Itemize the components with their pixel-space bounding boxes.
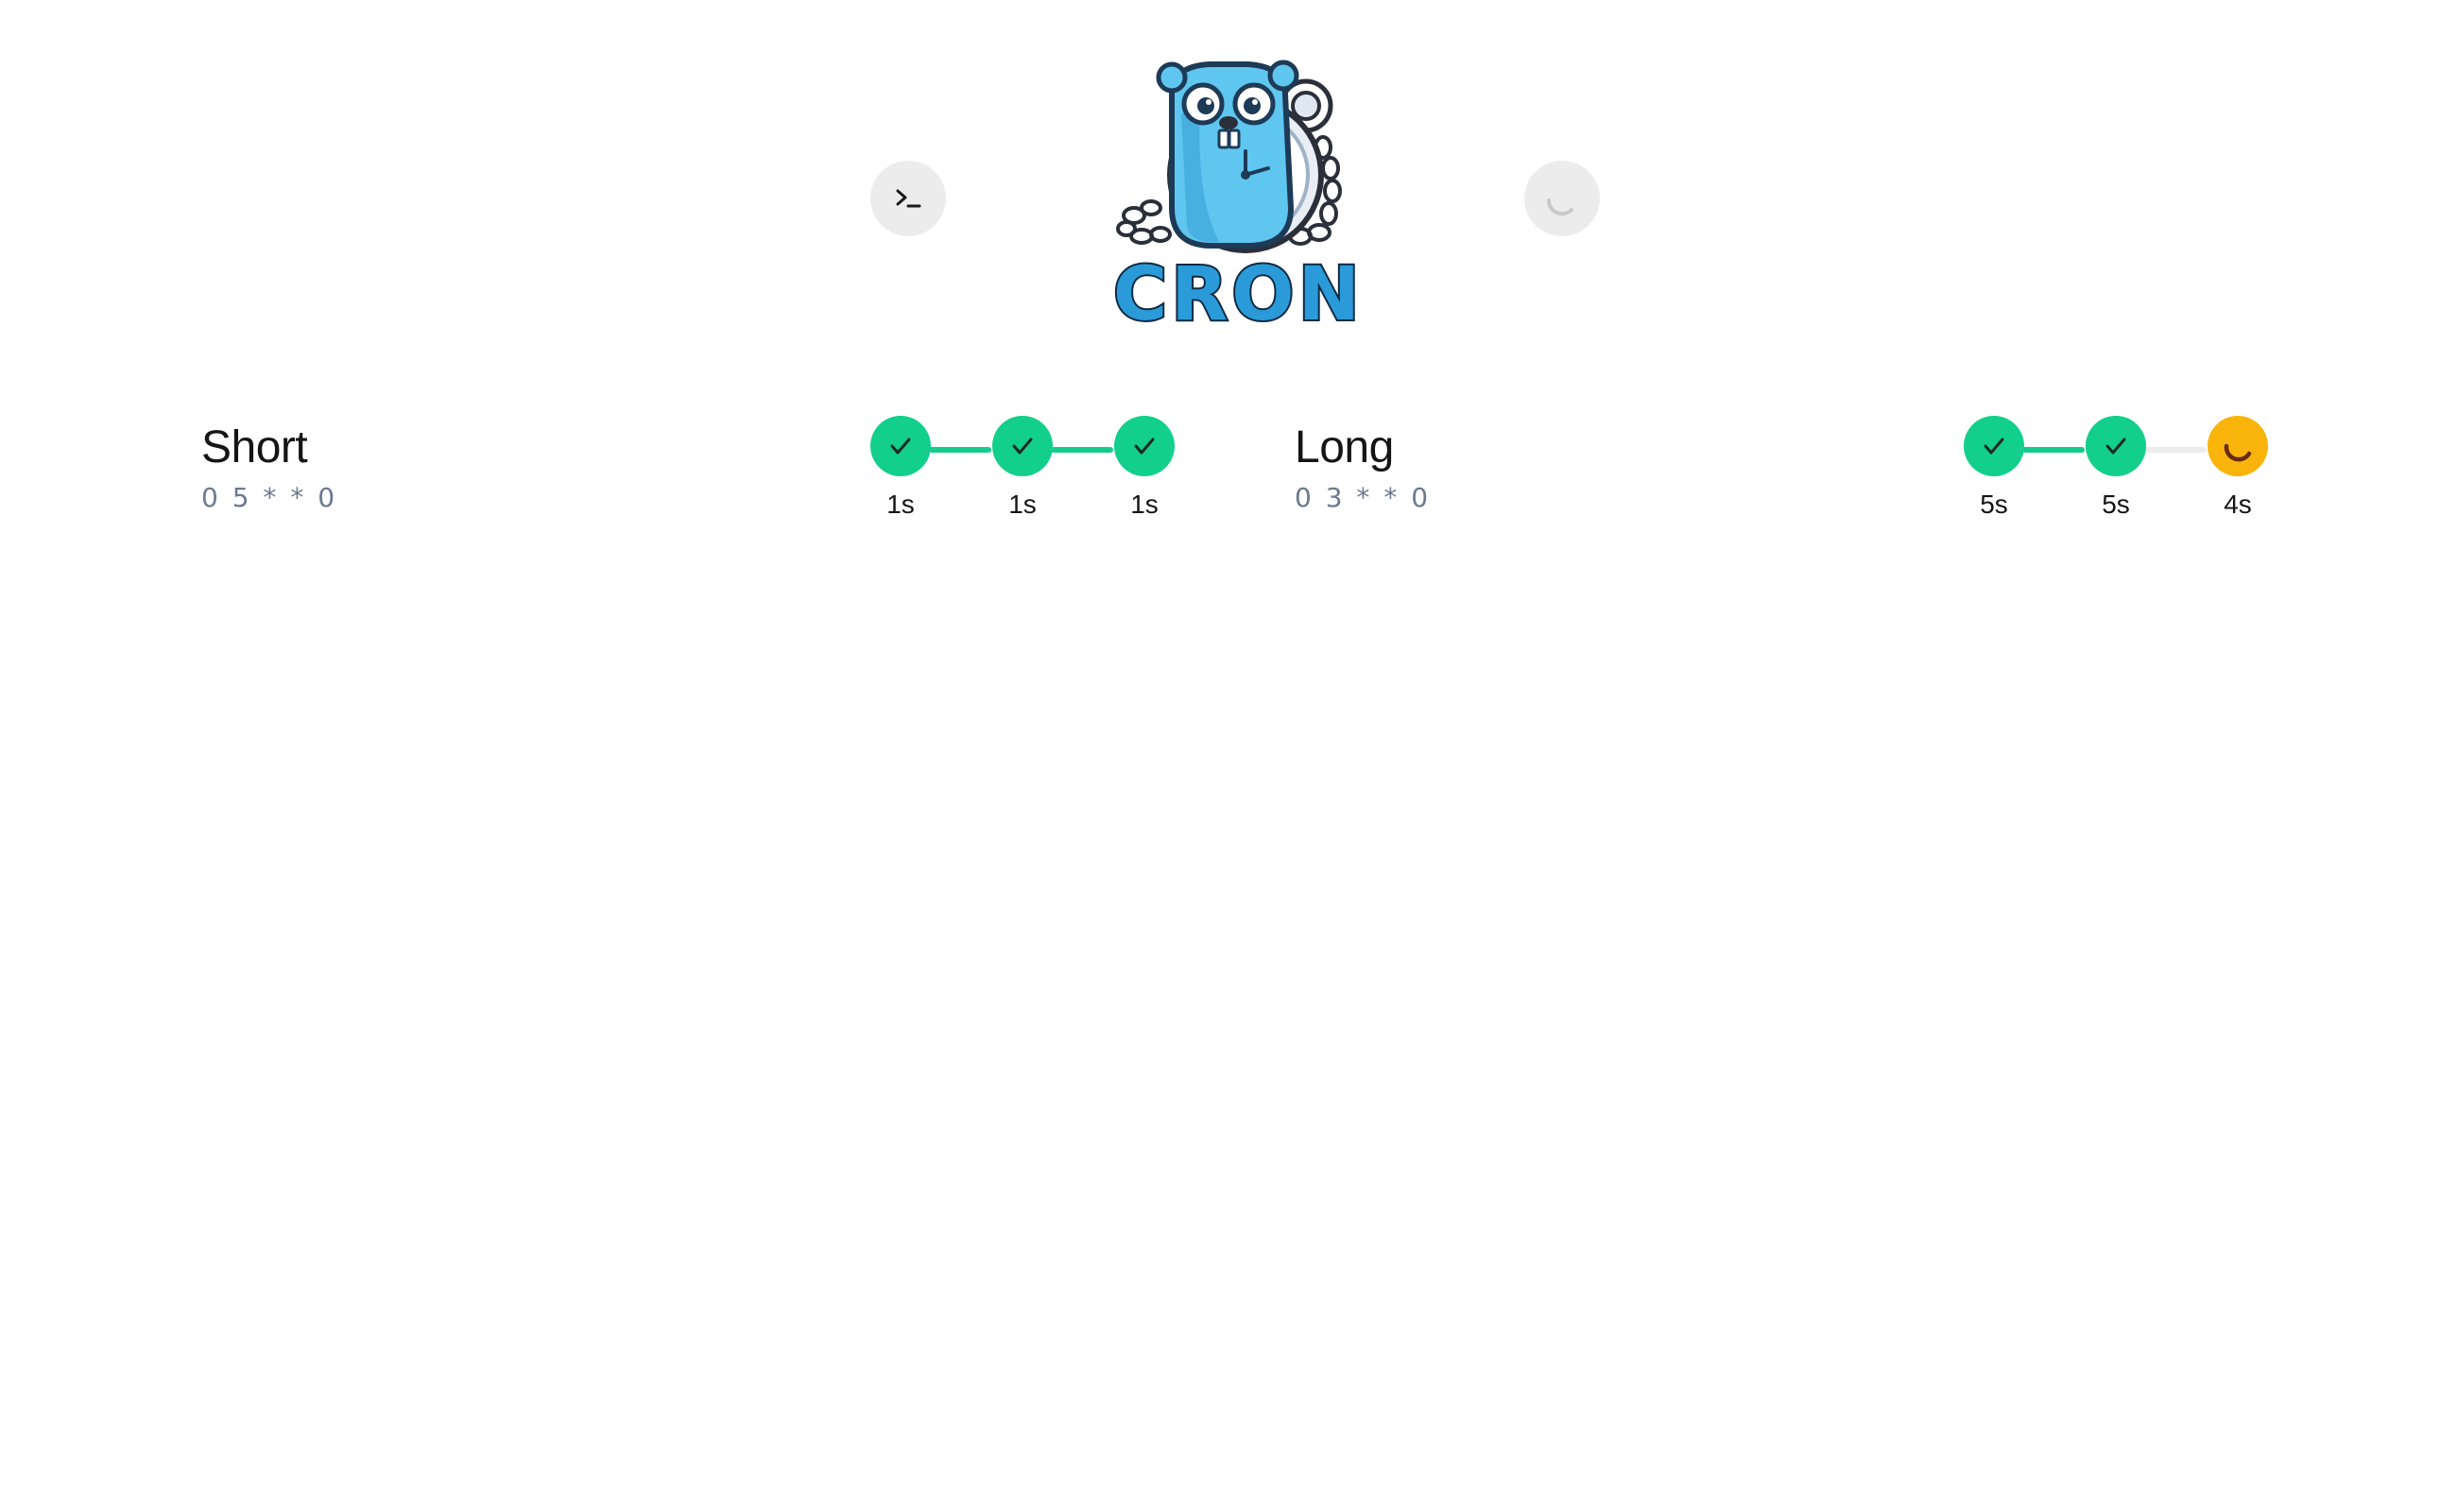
run-item: 1s (1114, 416, 1175, 539)
svg-text:CRON: CRON (1113, 252, 1364, 331)
run-status-success[interactable] (2086, 416, 2146, 476)
run-duration: 5s (2102, 490, 2130, 519)
run-duration: 1s (1130, 490, 1159, 519)
run-timeline: 5s 5s 4s (1964, 416, 2270, 539)
check-icon (2105, 438, 2126, 455)
job-schedule: 0 3 * * 0 (1295, 482, 1432, 513)
run-duration: 4s (2224, 490, 2252, 519)
loading-spinner-icon (2224, 443, 2252, 462)
run-connector-pending (2144, 447, 2207, 453)
status-button[interactable] (1524, 161, 1600, 236)
gopher-cron-logo: CRON (1106, 57, 1370, 331)
check-icon (1012, 438, 1033, 455)
run-status-running[interactable] (2208, 416, 2268, 476)
header: CRON (0, 0, 2457, 340)
run-connector (1051, 447, 1113, 453)
check-icon (1984, 438, 2004, 455)
run-duration: 1s (886, 490, 915, 519)
check-icon (890, 438, 911, 455)
check-icon (1134, 438, 1155, 455)
run-status-success[interactable] (1114, 416, 1175, 476)
job-row-long: Long 0 3 * * 0 5s 5s 4s (1295, 416, 2268, 539)
run-item: 5s (2086, 416, 2146, 539)
job-row-short: Short 0 5 * * 0 1s 1s 1s (201, 416, 1175, 539)
job-name: Long (1295, 422, 1394, 472)
run-item: 1s (870, 416, 931, 539)
terminal-button[interactable] (870, 161, 946, 236)
run-duration: 1s (1008, 490, 1037, 519)
job-schedule: 0 5 * * 0 (201, 482, 338, 513)
run-duration: 5s (1980, 490, 2008, 519)
run-item: 4s (2208, 416, 2268, 539)
run-status-success[interactable] (992, 416, 1053, 476)
run-item: 1s (992, 416, 1053, 539)
run-connector (929, 447, 991, 453)
run-status-success[interactable] (1964, 416, 2024, 476)
run-status-success[interactable] (870, 416, 931, 476)
run-connector (2022, 447, 2085, 453)
run-timeline: 1s 1s 1s (870, 416, 1177, 539)
terminal-icon (896, 189, 921, 208)
run-item: 5s (1964, 416, 2024, 539)
loading-spinner-icon (1546, 198, 1573, 216)
job-name: Short (201, 422, 308, 472)
